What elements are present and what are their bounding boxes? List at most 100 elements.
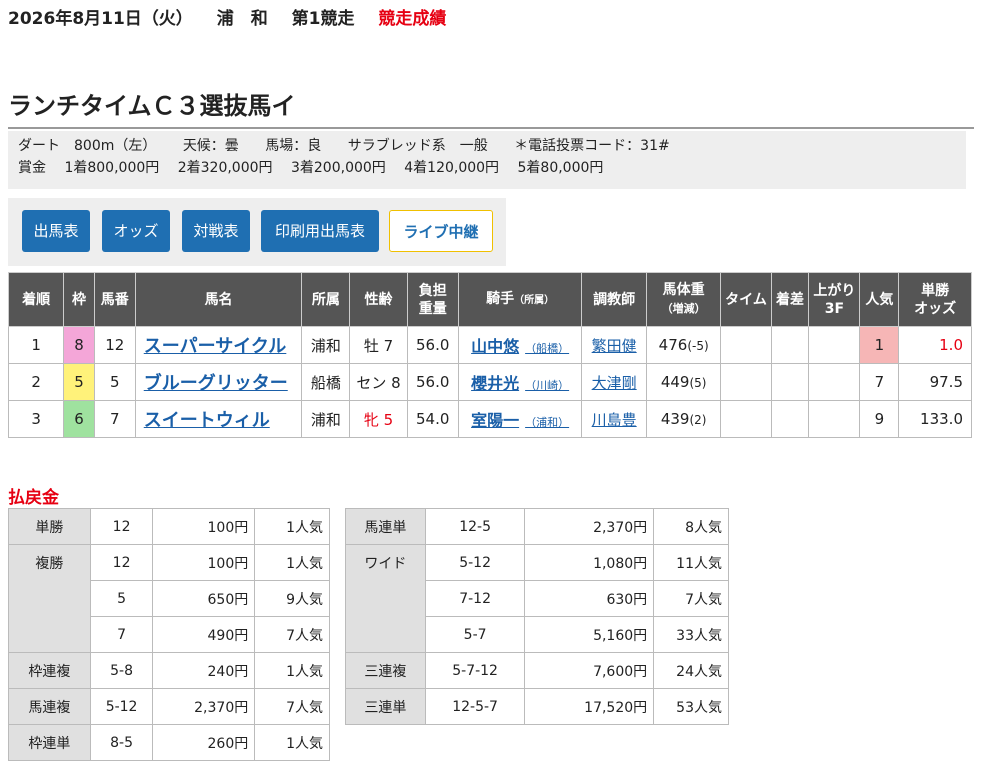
amount: 240円 [152, 652, 256, 689]
popularity: 1人気 [254, 724, 330, 761]
jockey-link[interactable]: 室陽一 [471, 411, 519, 430]
col-rank: 着順 [7, 272, 65, 327]
prize-3: 3着200,000円 [290, 160, 386, 176]
amount: 630円 [524, 580, 655, 617]
head-to-head-button[interactable]: 対戦表 [182, 210, 250, 252]
jockey-affiliation-link[interactable]: （船橋） [525, 342, 569, 355]
col-weight: 馬体重 （増減） [645, 272, 722, 327]
live-stream-button[interactable]: ライブ中継 [389, 210, 493, 252]
amount: 7,600円 [524, 652, 655, 689]
weight-diff: (5) [689, 376, 707, 390]
jockey-cell: 室陽一 （浦和） [457, 400, 583, 438]
weather: 天候：曇 [182, 138, 239, 154]
trainer-link[interactable]: 大津剛 [592, 374, 637, 392]
col-last3f: 上がり 3F [808, 272, 861, 327]
last3f-cell [808, 363, 861, 401]
last3f-cell [808, 400, 861, 438]
payout-row: 単勝 12 100円 1人気 [8, 508, 330, 545]
col-jockey: 騎手（所属） [457, 272, 583, 327]
trainer-link[interactable]: 川島豊 [592, 411, 637, 429]
track-condition: 馬場：良 [265, 138, 322, 154]
combo: 7 [89, 616, 154, 653]
payout-table-right: 馬連単 12-5 2,370円 8人気 ワイド 5-12 1,080円 11人気 7-12 630… [345, 508, 729, 725]
num-cell: 5 [93, 363, 136, 401]
col-horse: 馬名 [134, 272, 303, 327]
bet-type: 複勝 [8, 544, 91, 653]
breed-class: サラブレッド系 一般 [347, 138, 488, 154]
payout-row: 枠連複 5-8 240円 1人気 [8, 652, 330, 689]
load-cell: 54.0 [406, 400, 459, 438]
jockey-affiliation-link[interactable]: （川崎） [525, 379, 569, 392]
last3f-cell [808, 326, 861, 364]
course: ダート 800m（左） [18, 138, 157, 154]
col-sexage: 性齢 [349, 272, 408, 327]
popularity: 11人気 [653, 544, 729, 581]
trainer-cell: 川島豊 [581, 400, 647, 438]
trainer-link[interactable]: 繁田健 [592, 337, 637, 355]
amount: 260円 [152, 724, 256, 761]
odds-button[interactable]: オッズ [102, 210, 170, 252]
combo: 5 [89, 580, 154, 617]
belong-cell: 浦和 [301, 400, 351, 438]
payout-row: 三連単 12-5-7 17,520円 53人気 [345, 688, 729, 725]
weight-value: 449 [660, 373, 690, 391]
combo: 7-12 [424, 580, 526, 617]
horse-name-link[interactable]: スイートウィル [144, 410, 270, 431]
weight-cell: 476(-5) [645, 326, 722, 364]
pop-cell: 9 [859, 400, 900, 438]
table-row: 3 6 7 スイートウィル 浦和牝 5 54.0 室陽一 （浦和） 川島豊 439(2) 9 133.… [7, 400, 972, 438]
payout-row: 馬連複 5-12 2,370円 7人気 [8, 688, 330, 725]
print-entries-button[interactable]: 印刷用出馬表 [261, 210, 379, 252]
col-pop: 人気 [859, 272, 900, 327]
col-num: 馬番 [93, 272, 136, 327]
amount: 490円 [152, 616, 256, 653]
amount: 100円 [152, 544, 256, 581]
race-info: ダート 800m（左） 天候：曇 馬場：良 サラブレッド系 一般 ＊電話投票コー… [8, 131, 966, 189]
col-frame: 枠 [63, 272, 95, 327]
horse-name-link[interactable]: ブルーグリッター [144, 373, 288, 394]
race-number: 第1競走 [291, 9, 355, 29]
jockey-link[interactable]: 山中悠 [471, 337, 519, 356]
bet-type: 三連複 [345, 652, 426, 689]
sexage-cell: 牡 7 [349, 326, 408, 364]
odds-cell: 1.0 [898, 326, 972, 364]
trainer-cell: 繁田健 [581, 326, 647, 364]
results-table: 着順 枠 馬番 馬名 所属 性齢 負担 重量 騎手（所属） 調教師 馬体重 （増減）… [7, 272, 972, 438]
combo: 12 [89, 544, 154, 581]
popularity: 1人気 [254, 544, 330, 581]
payout-row: 三連複 5-7-12 7,600円 24人気 [345, 652, 729, 689]
col-trainer: 調教師 [581, 272, 647, 327]
popularity: 7人気 [653, 580, 729, 617]
jockey-affiliation-link[interactable]: （浦和） [525, 416, 569, 429]
bet-type: 枠連複 [8, 652, 91, 689]
horse-name-cell: スイートウィル [134, 400, 303, 438]
jockey-link[interactable]: 櫻井光 [471, 374, 519, 393]
frame-cell: 5 [63, 363, 95, 401]
frame-cell: 6 [63, 400, 95, 438]
rank-cell: 1 [7, 326, 65, 364]
popularity: 7人気 [254, 688, 330, 725]
result-label: 競走成績 [378, 9, 447, 29]
race-header: 2026年8月11日（火） 浦 和 第1競走 競走成績 [8, 4, 464, 29]
popularity: 1人気 [254, 508, 330, 545]
horse-name-link[interactable]: スーパーサイクル [144, 336, 287, 357]
popularity: 33人気 [653, 616, 729, 653]
bet-type: ワイド [345, 544, 426, 653]
race-title: ランチタイムＣ３選抜馬イ [8, 86, 974, 129]
popularity: 1人気 [254, 652, 330, 689]
entries-button[interactable]: 出馬表 [22, 210, 90, 252]
weight-value: 476 [658, 336, 688, 354]
combo: 5-12 [89, 688, 154, 725]
bet-type: 馬連単 [345, 508, 426, 545]
horse-name-cell: スーパーサイクル [134, 326, 303, 364]
combo: 12-5-7 [424, 688, 526, 725]
margin-cell [770, 363, 810, 401]
popularity: 53人気 [653, 688, 729, 725]
col-belong: 所属 [301, 272, 351, 327]
payout-title: 払戻金 [8, 488, 59, 508]
jockey-cell: 山中悠 （船橋） [457, 326, 583, 364]
popularity: 24人気 [653, 652, 729, 689]
payout-row: ワイド 5-12 1,080円 11人気 [345, 544, 729, 653]
pop-cell: 1 [859, 326, 900, 364]
rank-cell: 3 [7, 400, 65, 438]
